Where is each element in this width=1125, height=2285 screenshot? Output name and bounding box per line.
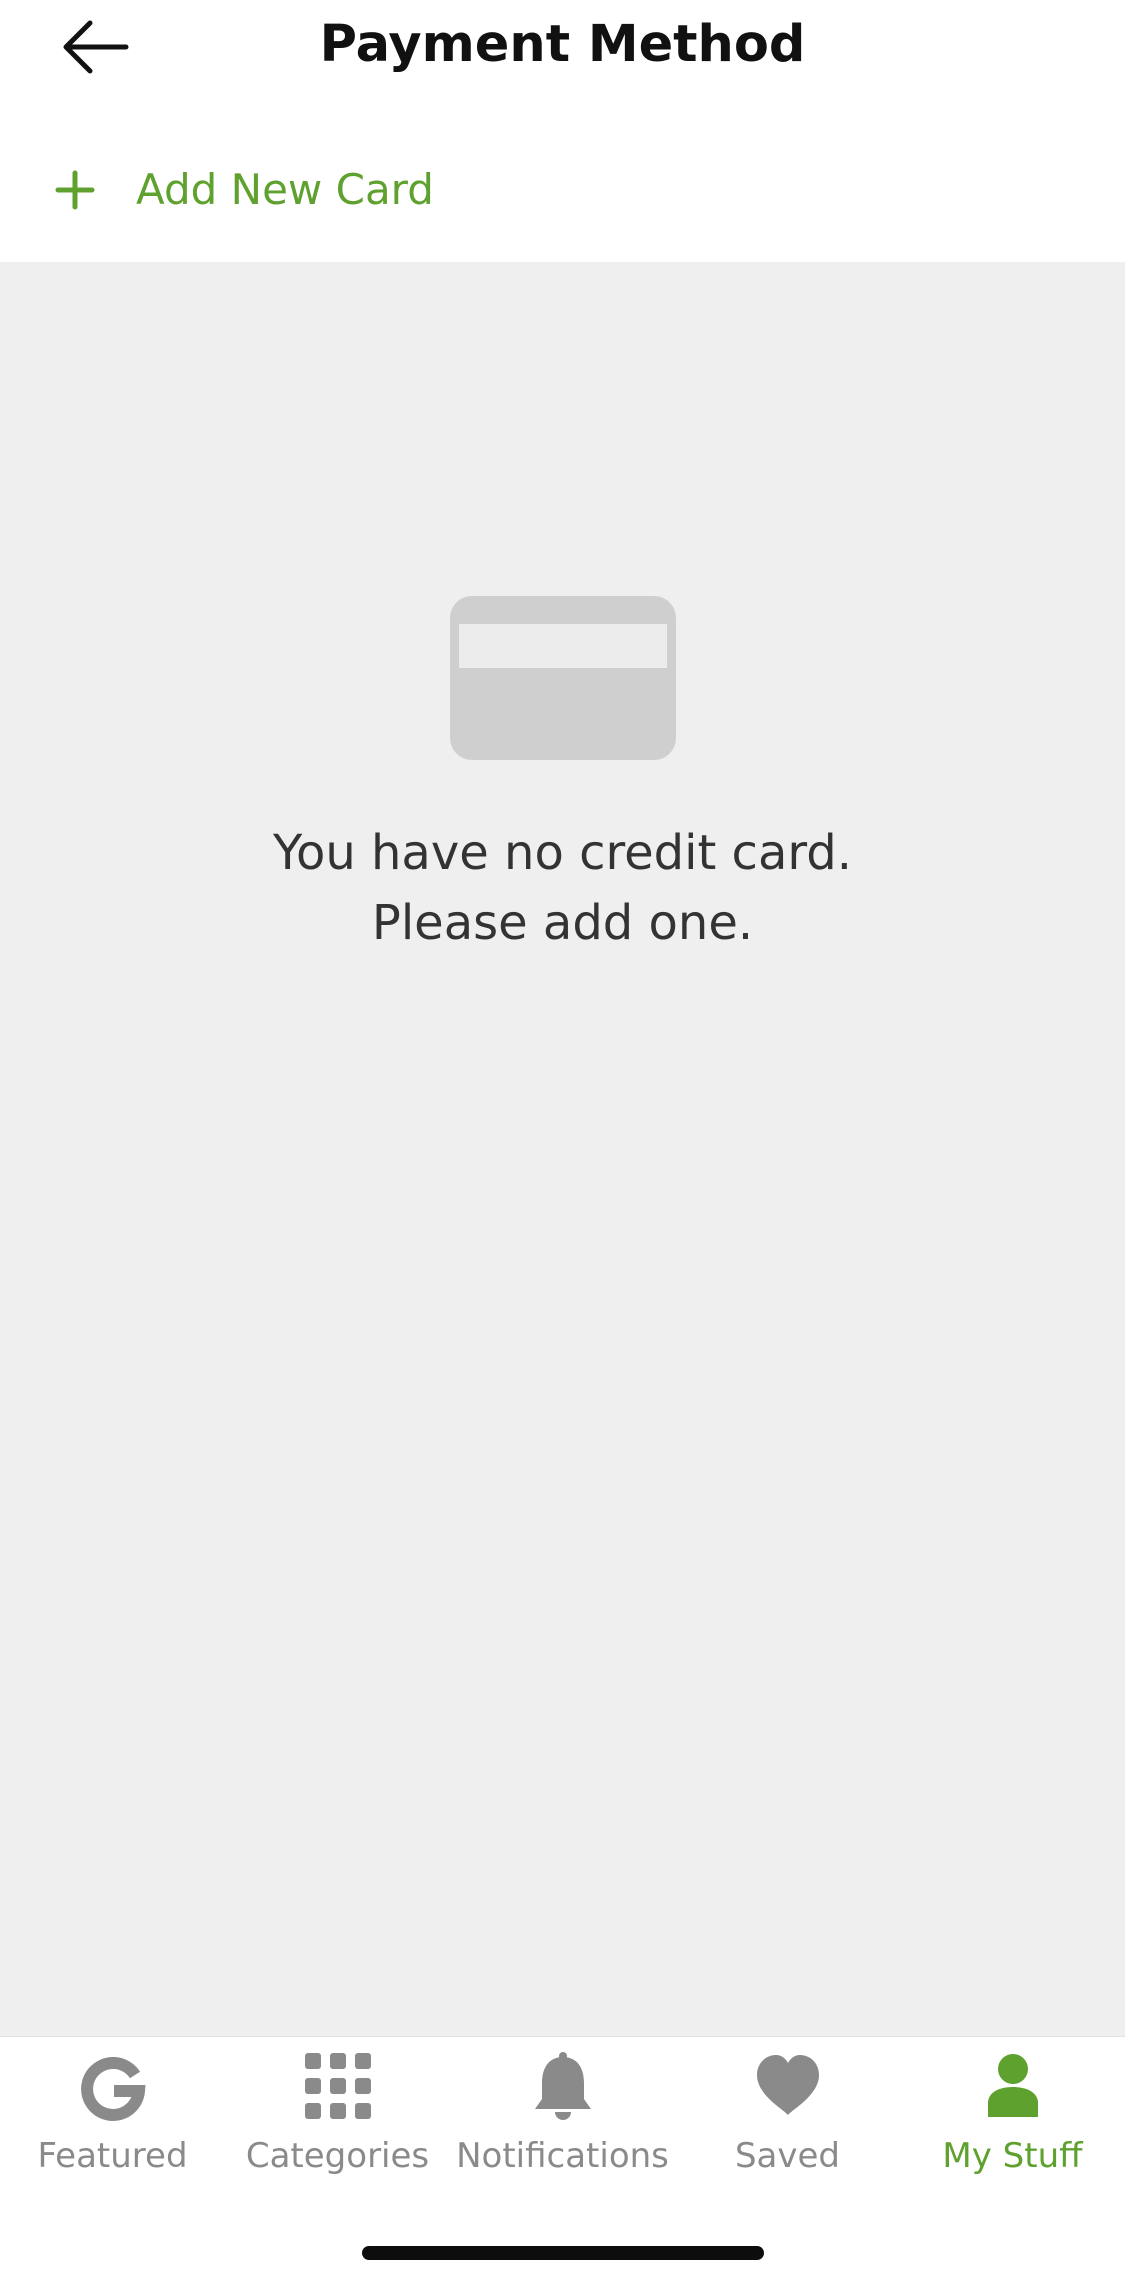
empty-state-line2: Please add one. [371, 895, 754, 951]
tab-featured-label: Featured [37, 2136, 188, 2176]
credit-card-icon [449, 596, 676, 760]
bell-icon [534, 2052, 591, 2120]
tab-categories-label: Categories [245, 2136, 430, 2176]
add-new-card-label: Add New Card [136, 165, 434, 214]
heart-icon [756, 2055, 819, 2115]
page-title: Payment Method [319, 15, 806, 74]
tab-my-stuff[interactable]: My Stuff [900, 2051, 1125, 2201]
tab-my-stuff-label: My Stuff [942, 2136, 1083, 2176]
tab-categories[interactable]: Categories [225, 2051, 450, 2201]
tab-saved[interactable]: Saved [675, 2051, 900, 2201]
featured-g-icon [80, 2057, 146, 2121]
grid-icon [304, 2053, 371, 2119]
add-new-card-button[interactable]: Add New Card [50, 150, 434, 230]
tab-saved-label: Saved [734, 2136, 841, 2176]
person-icon [987, 2054, 1038, 2117]
header: Payment Method Add New Card [0, 0, 1125, 262]
plus-icon [50, 165, 100, 215]
empty-state: You have no credit card. Please add one. [0, 596, 1125, 958]
home-indicator [362, 2246, 764, 2260]
tab-featured[interactable]: Featured [0, 2051, 225, 2201]
empty-state-line1: You have no credit card. [273, 825, 852, 881]
tab-notifications-label: Notifications [456, 2136, 669, 2176]
tab-notifications[interactable]: Notifications [450, 2051, 675, 2201]
